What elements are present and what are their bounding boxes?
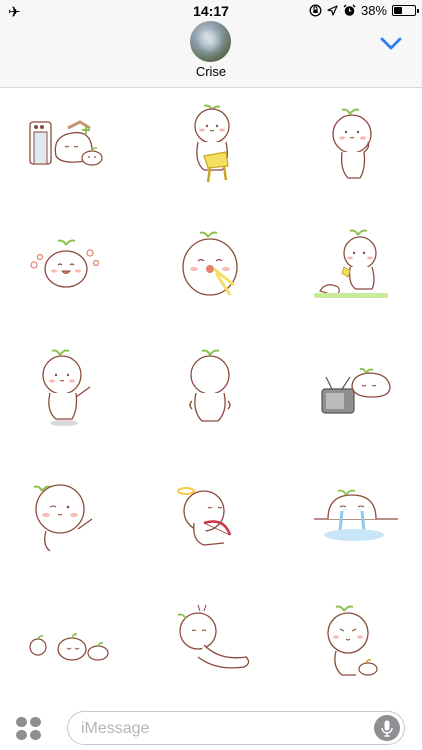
status-bar: ✈ 14:17 38% (0, 0, 422, 22)
chevron-down-icon[interactable] (380, 37, 402, 51)
contact-avatar[interactable] (190, 21, 231, 62)
sticker-angel-bow[interactable] (164, 471, 264, 571)
imessage-input[interactable]: iMessage (67, 711, 405, 745)
sticker-family-row[interactable] (20, 601, 120, 701)
sticker-feeding-baby[interactable] (306, 601, 406, 701)
sticker-sitting-on-chair[interactable] (164, 100, 264, 200)
sticker-eating-snack[interactable] (164, 223, 264, 323)
alarm-icon (343, 4, 356, 16)
sticker-back-view[interactable] (164, 345, 264, 445)
battery-percent: 38% (360, 3, 387, 18)
sticker-watching-tv[interactable] (306, 345, 406, 445)
microphone-icon[interactable] (374, 715, 400, 741)
sticker-flowers-happy[interactable] (20, 223, 120, 323)
orientation-lock-icon (309, 4, 322, 17)
sticker-pointing[interactable] (20, 345, 120, 445)
sticker-watering-sprout[interactable] (306, 223, 406, 323)
imessage-placeholder: iMessage (81, 720, 150, 737)
sticker-thinking[interactable] (306, 100, 406, 200)
sticker-sleeping-by-heater[interactable] (20, 100, 120, 200)
sticker-winking-wave[interactable] (20, 471, 120, 571)
sticker-crying-puddle[interactable] (306, 471, 406, 571)
sticker-lying-down[interactable] (164, 601, 264, 701)
app-drawer-icon[interactable] (16, 717, 42, 741)
sticker-grid (0, 89, 422, 705)
contact-name[interactable]: Crise (0, 64, 422, 79)
location-icon (327, 5, 338, 16)
battery-level (394, 7, 402, 14)
battery-icon (392, 5, 419, 16)
message-input-bar: iMessage (0, 705, 422, 750)
